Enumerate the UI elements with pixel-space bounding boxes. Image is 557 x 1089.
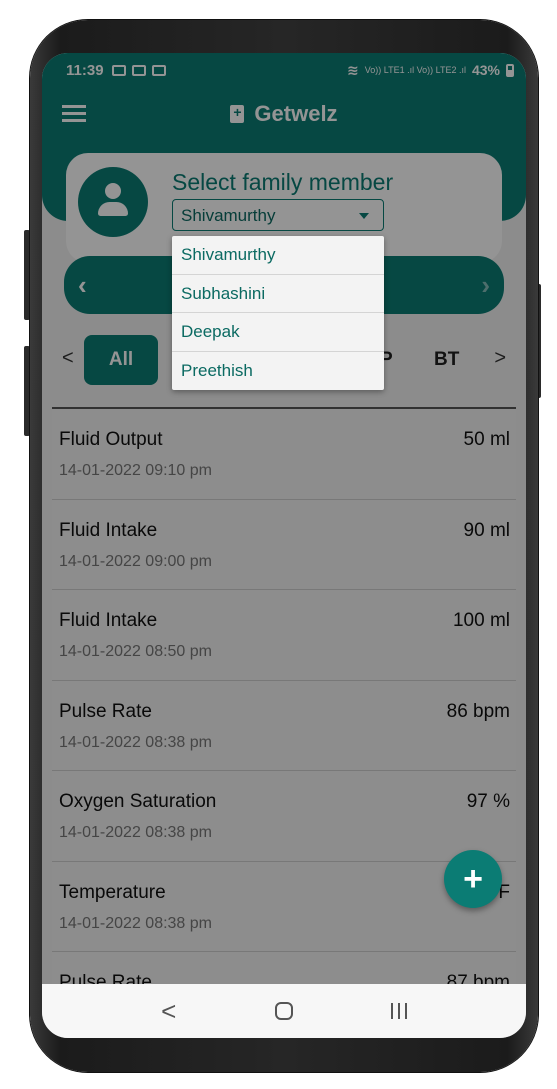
back-icon[interactable]: < bbox=[161, 996, 176, 1027]
system-nav-bar: < bbox=[42, 984, 526, 1038]
dropdown-option-subhashini[interactable]: Subhashini bbox=[172, 275, 384, 313]
member-dropdown: Shivamurthy Subhashini Deepak Preethish bbox=[172, 236, 384, 390]
recents-icon[interactable] bbox=[390, 1003, 407, 1019]
dropdown-option-deepak[interactable]: Deepak bbox=[172, 313, 384, 352]
dropdown-option-preethish[interactable]: Preethish bbox=[172, 352, 384, 391]
screen: 11:39 ≋ Vo)) LTE1 .ıl Vo)) LTE2 .ıl 43% … bbox=[42, 53, 526, 1038]
dropdown-option-shivamurthy[interactable]: Shivamurthy bbox=[172, 236, 384, 275]
home-icon[interactable] bbox=[274, 1002, 293, 1020]
add-record-button[interactable]: + bbox=[444, 850, 502, 908]
